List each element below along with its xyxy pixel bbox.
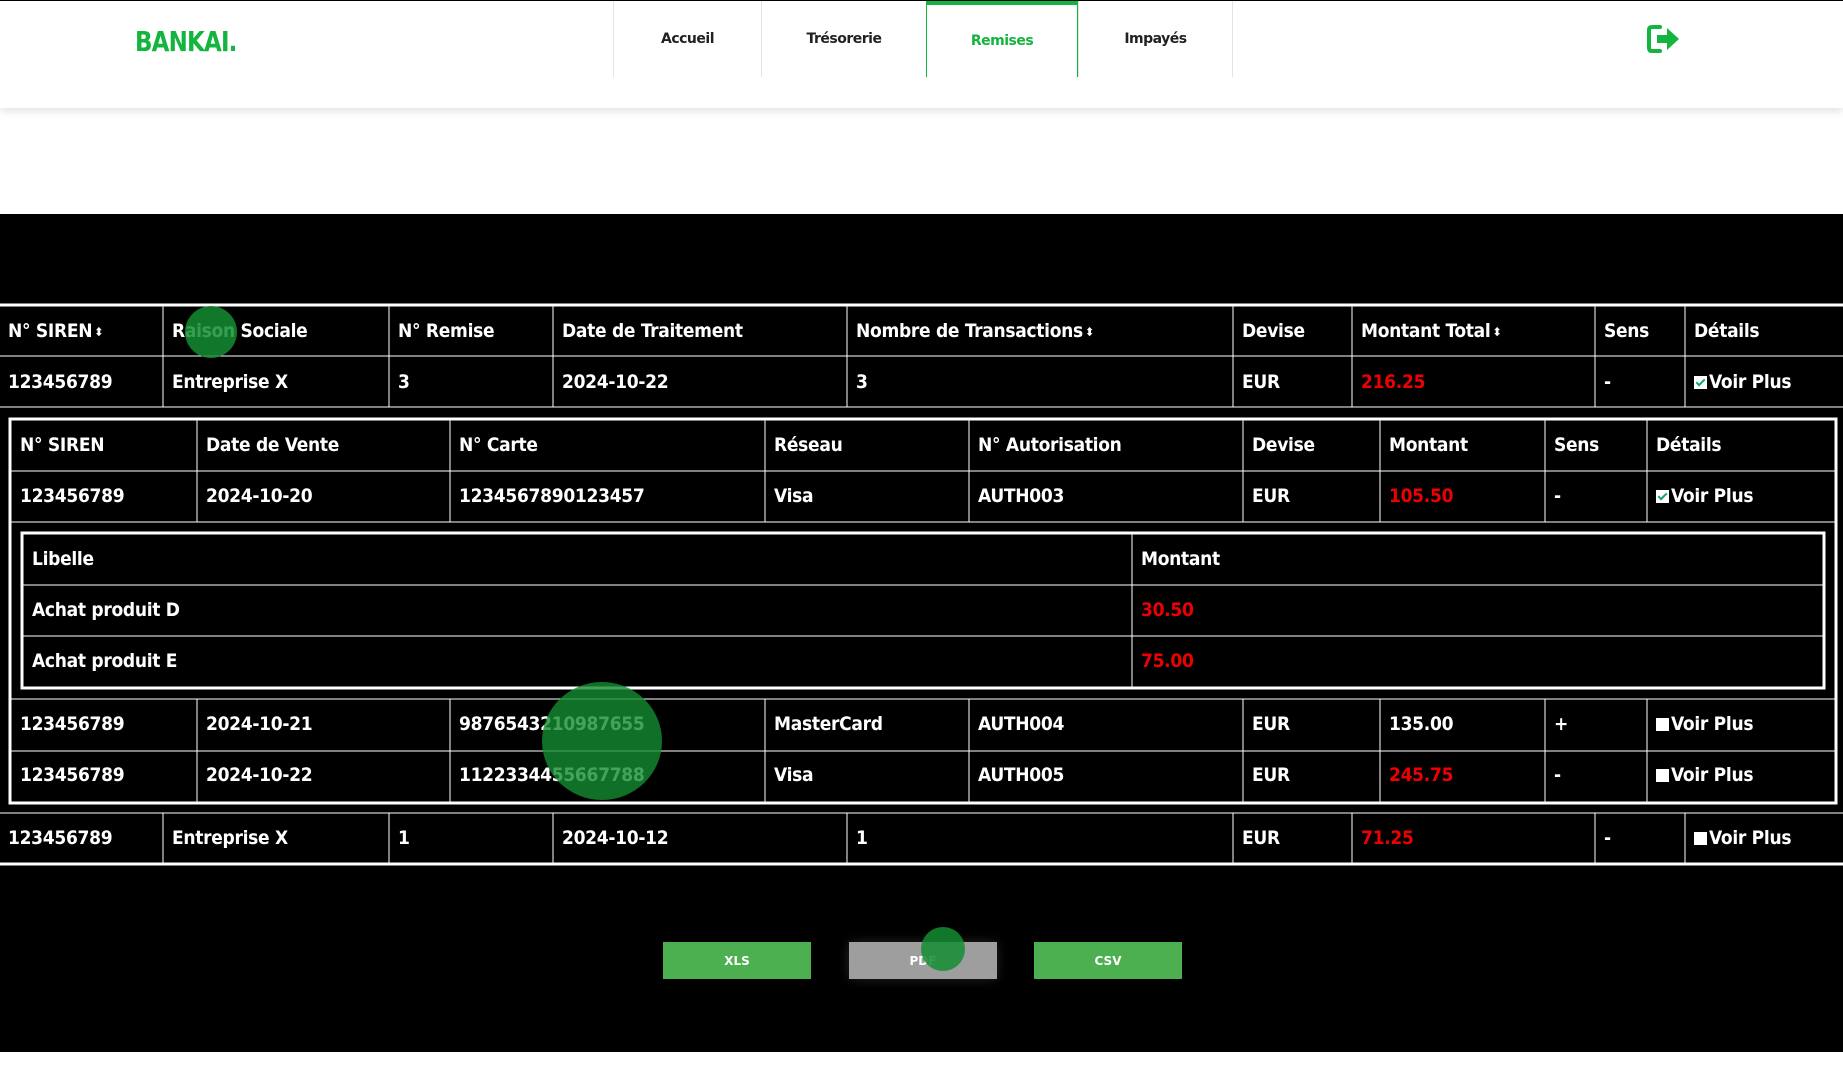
- cell-date: 2024-10-20: [206, 485, 313, 507]
- cell-devise: EUR: [1242, 827, 1280, 849]
- sort-icon[interactable]: ⬍: [1492, 325, 1501, 339]
- col-header-montant-total[interactable]: Montant Total ⬍: [1361, 320, 1502, 342]
- col-header-autorisation: N° Autorisation: [978, 434, 1122, 456]
- top-navbar: BANKAI. Accueil Trésorerie Remises Impay…: [0, 0, 1843, 108]
- cell-siren: 123456789: [8, 371, 113, 393]
- cell-date: 2024-10-21: [206, 713, 313, 735]
- sign-out-icon[interactable]: [1646, 21, 1682, 57]
- cell-autorisation: AUTH005: [978, 764, 1065, 786]
- cell-carte: 9876543210987655: [459, 713, 645, 735]
- cell-sens: -: [1554, 485, 1561, 507]
- cell-raison: Entreprise X: [172, 371, 288, 393]
- cell-libelle: Achat produit E: [32, 650, 178, 672]
- voir-plus-toggle[interactable]: Voir Plus: [1694, 371, 1792, 393]
- checkbox-unchecked-icon[interactable]: [1694, 832, 1707, 845]
- checkbox-checked-icon[interactable]: [1694, 376, 1707, 389]
- cell-montant: 245.75: [1389, 764, 1454, 786]
- cell-autorisation: AUTH004: [978, 713, 1065, 735]
- cell-autorisation: AUTH003: [978, 485, 1065, 507]
- cell-carte: 1122334455667788: [459, 764, 645, 786]
- cell-sens: -: [1554, 764, 1561, 786]
- cell-montant: 216.25: [1361, 371, 1426, 393]
- cell-montant: 30.50: [1141, 599, 1194, 621]
- sort-icon[interactable]: ⬍: [1085, 325, 1094, 339]
- col-header-raison: Raison Sociale: [172, 320, 308, 342]
- cell-devise: EUR: [1252, 713, 1290, 735]
- cell-siren: 123456789: [20, 713, 125, 735]
- cell-nb: 1: [856, 827, 868, 849]
- col-header-details: Détails: [1694, 320, 1760, 342]
- col-header-siren[interactable]: N° SIREN ⬍: [8, 320, 103, 342]
- col-header-devise: Devise: [1242, 320, 1305, 342]
- col-header-siren: N° SIREN: [20, 434, 105, 456]
- tab-impayes[interactable]: Impayés: [1078, 1, 1233, 77]
- cell-montant: 135.00: [1389, 713, 1454, 735]
- voir-plus-toggle[interactable]: Voir Plus: [1656, 713, 1754, 735]
- col-header-montant: Montant: [1141, 548, 1220, 570]
- cell-sens: +: [1554, 713, 1569, 735]
- tab-tresorerie[interactable]: Trésorerie: [761, 1, 926, 77]
- export-csv-button[interactable]: CSV: [1034, 942, 1182, 979]
- export-pdf-button[interactable]: PDF: [849, 942, 997, 979]
- cell-sens: -: [1604, 371, 1611, 393]
- cell-nb: 3: [856, 371, 868, 393]
- col-header-sens: Sens: [1554, 434, 1600, 456]
- col-header-date-traitement: Date de Traitement: [562, 320, 743, 342]
- cell-devise: EUR: [1252, 764, 1290, 786]
- tab-remises[interactable]: Remises: [926, 1, 1078, 77]
- cell-remise: 1: [398, 827, 410, 849]
- cell-date: 2024-10-22: [562, 371, 669, 393]
- cell-sens: -: [1604, 827, 1611, 849]
- cell-reseau: Visa: [774, 764, 814, 786]
- cell-devise: EUR: [1242, 371, 1280, 393]
- sort-icon[interactable]: ⬍: [94, 325, 103, 339]
- col-header-date-vente: Date de Vente: [206, 434, 340, 456]
- col-header-sens: Sens: [1604, 320, 1650, 342]
- col-header-nb-transactions[interactable]: Nombre de Transactions ⬍: [856, 320, 1094, 342]
- cell-libelle: Achat produit D: [32, 599, 180, 621]
- col-header-montant: Montant: [1389, 434, 1468, 456]
- cell-raison: Entreprise X: [172, 827, 288, 849]
- checkbox-unchecked-icon[interactable]: [1656, 718, 1669, 731]
- cell-reseau: MasterCard: [774, 713, 883, 735]
- cell-siren: 123456789: [20, 485, 125, 507]
- export-xls-button[interactable]: XLS: [663, 942, 811, 979]
- voir-plus-toggle[interactable]: Voir Plus: [1656, 485, 1754, 507]
- voir-plus-toggle[interactable]: Voir Plus: [1694, 827, 1792, 849]
- bankai-logo[interactable]: BANKAI.: [135, 25, 237, 58]
- cell-devise: EUR: [1252, 485, 1290, 507]
- cell-siren: 123456789: [20, 764, 125, 786]
- cell-date: 2024-10-12: [562, 827, 669, 849]
- col-header-remise: N° Remise: [398, 320, 495, 342]
- cell-montant: 71.25: [1361, 827, 1414, 849]
- cell-date: 2024-10-22: [206, 764, 313, 786]
- col-header-libelle: Libelle: [32, 548, 94, 570]
- tab-accueil[interactable]: Accueil: [613, 1, 761, 77]
- cell-siren: 123456789: [8, 827, 113, 849]
- col-header-devise: Devise: [1252, 434, 1315, 456]
- checkbox-unchecked-icon[interactable]: [1656, 769, 1669, 782]
- cell-remise: 3: [398, 371, 410, 393]
- cell-reseau: Visa: [774, 485, 814, 507]
- col-header-carte: N° Carte: [459, 434, 538, 456]
- cell-montant: 75.00: [1141, 650, 1194, 672]
- voir-plus-toggle[interactable]: Voir Plus: [1656, 764, 1754, 786]
- col-header-reseau: Réseau: [774, 434, 843, 456]
- col-header-details: Détails: [1656, 434, 1722, 456]
- checkbox-checked-icon[interactable]: [1656, 490, 1669, 503]
- cell-montant: 105.50: [1389, 485, 1454, 507]
- cell-carte: 1234567890123457: [459, 485, 645, 507]
- main-nav: Accueil Trésorerie Remises Impayés: [613, 1, 1233, 77]
